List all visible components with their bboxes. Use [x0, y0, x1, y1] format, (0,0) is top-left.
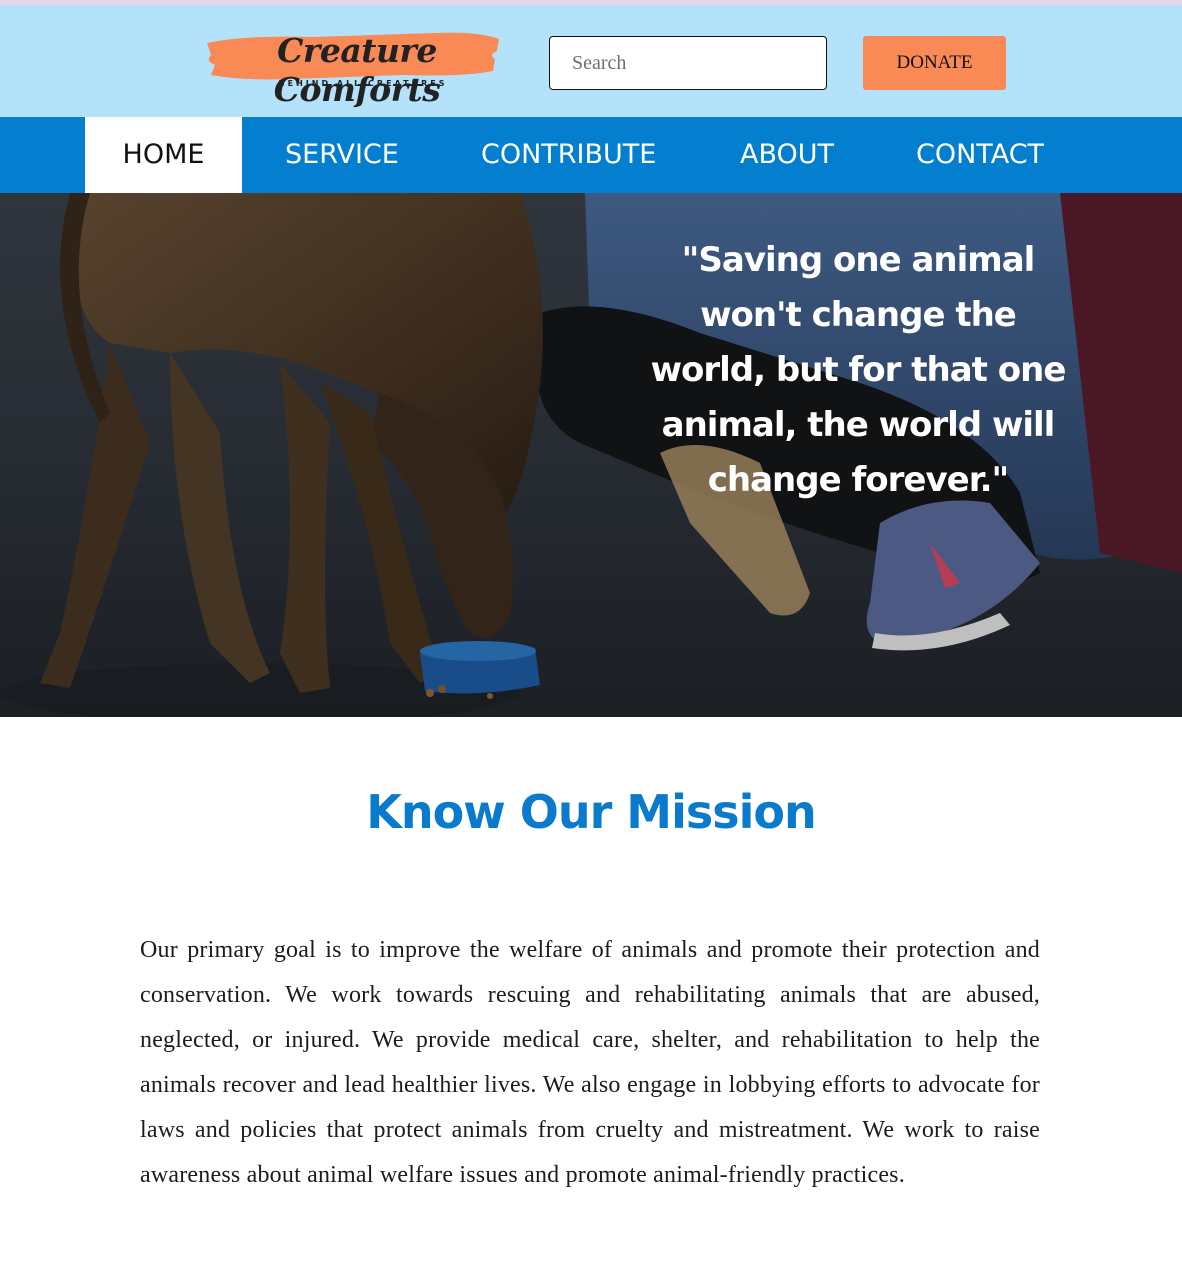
- search-input[interactable]: [549, 36, 827, 90]
- hero-banner: "Saving one animal won't change the worl…: [0, 193, 1182, 717]
- nav-item-about[interactable]: ABOUT: [740, 117, 834, 193]
- brand-logo[interactable]: Creature Comforts BEHIND ALL CREATURES: [203, 25, 503, 109]
- donate-button[interactable]: DONATE: [863, 36, 1006, 90]
- nav-item-service[interactable]: SERVICE: [285, 117, 399, 193]
- brand-tagline: BEHIND ALL CREATURES: [278, 79, 448, 88]
- brand-title: Creature Comforts: [273, 31, 441, 109]
- nav-item-home[interactable]: HOME: [85, 117, 242, 193]
- nav-item-contact[interactable]: CONTACT: [916, 117, 1044, 193]
- mission-paragraph: Our primary goal is to improve the welfa…: [140, 937, 1040, 1188]
- nav-item-contribute[interactable]: CONTRIBUTE: [481, 117, 656, 193]
- hero-quote: "Saving one animal won't change the worl…: [650, 240, 1067, 500]
- mission-heading: Know Our Mission: [366, 785, 816, 839]
- site-header: Creature Comforts BEHIND ALL CREATURES D…: [0, 5, 1182, 117]
- main-nav: HOME SERVICE CONTRIBUTE ABOUT CONTACT: [0, 117, 1182, 193]
